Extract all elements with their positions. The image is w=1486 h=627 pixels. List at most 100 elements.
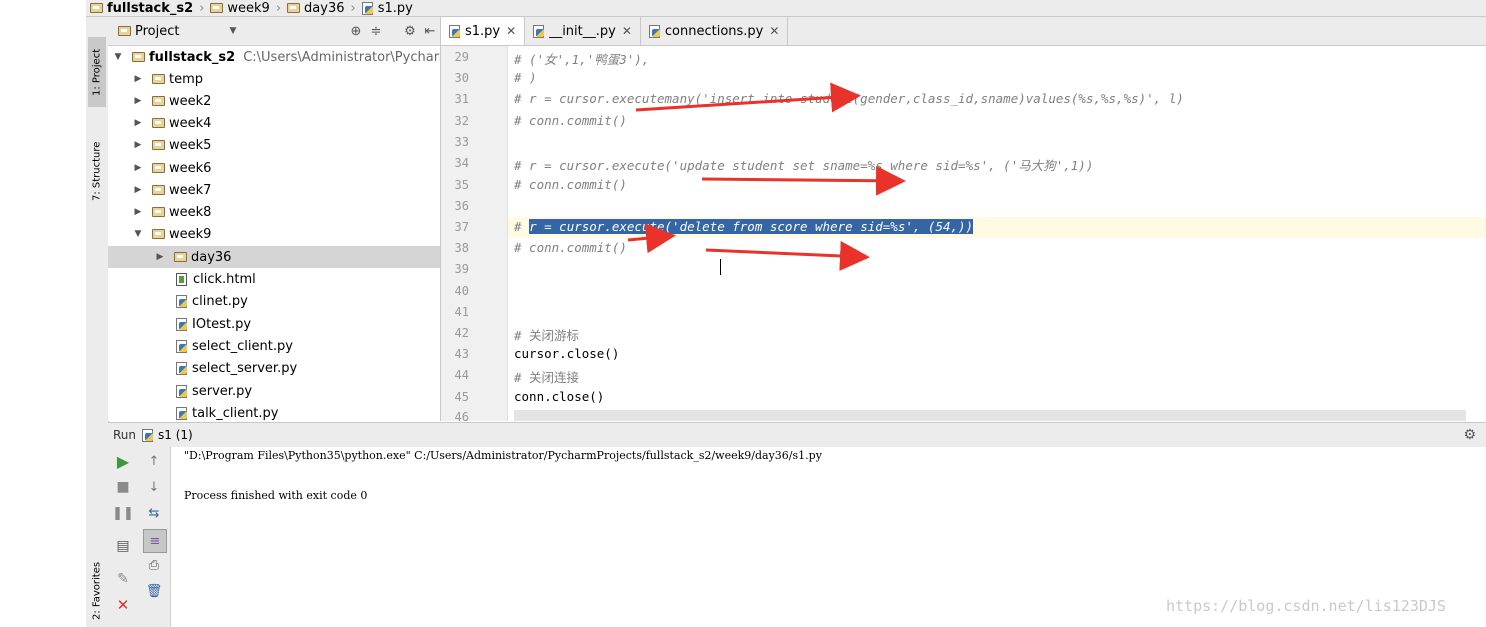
code-line: # ('女',1,'鸭蛋3'), bbox=[514, 52, 650, 67]
run-panel-header: Run s1 (1) ⚙ bbox=[108, 422, 1486, 448]
folder-icon bbox=[152, 96, 165, 106]
code-editor[interactable]: # ('女',1,'鸭蛋3'), # ) # r = cursor.execut… bbox=[508, 46, 1486, 421]
line-number: 35 bbox=[454, 178, 469, 192]
horizontal-scrollbar[interactable] bbox=[514, 410, 1466, 421]
scroll-from-source-icon[interactable]: ⊕ bbox=[346, 24, 366, 39]
tree-file-clinet-py[interactable]: clinet.py bbox=[176, 290, 248, 312]
line-number: 38 bbox=[454, 241, 469, 255]
tree-folder-week9[interactable]: ▼ week9 bbox=[132, 223, 212, 245]
python-file-icon bbox=[176, 317, 188, 331]
line-number: 44 bbox=[454, 368, 469, 382]
chevron-right-icon: ▶ bbox=[134, 185, 142, 195]
breadcrumb-file[interactable]: s1.py bbox=[358, 1, 417, 16]
chevron-right-icon: ▶ bbox=[134, 96, 142, 106]
project-view-selector[interactable]: Project ▼ bbox=[108, 24, 318, 39]
pause-icon[interactable]: ❚❚ bbox=[112, 503, 134, 523]
stop-icon[interactable]: ■ bbox=[113, 477, 133, 497]
code-line: cursor.close() bbox=[514, 346, 620, 361]
rerun-icon[interactable]: ▶ bbox=[113, 451, 133, 471]
tree-file-select-client-py[interactable]: select_client.py bbox=[176, 335, 293, 357]
soft-wrap-icon[interactable]: ⇆ bbox=[144, 503, 164, 523]
folder-icon bbox=[152, 74, 165, 84]
code-line: # r = cursor.executemany('insert into st… bbox=[514, 91, 1184, 106]
scroll-to-end-icon[interactable]: ≡ bbox=[143, 529, 167, 553]
tree-folder-week2[interactable]: ▶ week2 bbox=[132, 90, 212, 112]
tree-folder-week6[interactable]: ▶ week6 bbox=[132, 157, 212, 179]
arrow-up-icon[interactable]: ↑ bbox=[144, 451, 164, 471]
tree-folder-week8[interactable]: ▶ week8 bbox=[132, 201, 212, 223]
hide-panel-icon[interactable]: ⇤ bbox=[420, 24, 440, 39]
text-cursor-icon bbox=[720, 259, 721, 275]
breadcrumb-separator: › bbox=[350, 0, 356, 16]
folder-icon bbox=[152, 118, 165, 128]
chevron-down-icon: ▼ bbox=[134, 229, 142, 239]
close-icon[interactable]: ✕ bbox=[769, 24, 779, 38]
tree-folder-day36[interactable]: ▶ day36 bbox=[154, 246, 232, 268]
breadcrumb-week9[interactable]: week9 bbox=[206, 1, 273, 16]
tree-folder-temp[interactable]: ▶ temp bbox=[132, 68, 203, 90]
tree-file-select-server-py[interactable]: select_server.py bbox=[176, 357, 297, 379]
tree-folder-week4[interactable]: ▶ week4 bbox=[132, 112, 212, 134]
run-config-name[interactable]: s1 (1) bbox=[158, 428, 193, 442]
print-icon[interactable]: ⎙ bbox=[144, 555, 164, 575]
run-toolbar-primary: ▶ ■ ❚❚ ▤ ✎ ✕ bbox=[108, 447, 138, 627]
close-icon[interactable]: ✕ bbox=[506, 24, 516, 38]
python-file-icon bbox=[176, 384, 188, 398]
line-number: 33 bbox=[454, 135, 469, 149]
line-number: 31 bbox=[454, 92, 469, 106]
line-number: 32 bbox=[454, 114, 469, 128]
line-number: 36 bbox=[454, 199, 469, 213]
code-line: # conn.commit() bbox=[514, 240, 627, 255]
python-file-icon bbox=[176, 294, 188, 308]
code-line: # ) bbox=[514, 70, 537, 85]
close-icon[interactable]: ✕ bbox=[113, 595, 133, 615]
structure-tool-tab[interactable]: 7: Structure bbox=[88, 131, 106, 211]
editor-gutter: 29 30 31 32 33 34 35 36 37 38 39 40 41 4… bbox=[441, 46, 508, 424]
breadcrumb-project[interactable]: fullstack_s2 bbox=[86, 1, 197, 16]
text-selection: r = cursor.execute('delete from score wh… bbox=[529, 219, 974, 234]
tab-connections-py[interactable]: connections.py ✕ bbox=[641, 17, 789, 45]
tree-file-server-py[interactable]: server.py bbox=[176, 380, 252, 402]
project-panel: Project ▼ ⊕ ≑ ⚙ ⇤ ▼ fullstack_s2 C:\User… bbox=[108, 17, 441, 421]
favorites-tool-tab[interactable]: 2: Favorites bbox=[88, 555, 106, 627]
tree-file-talk-client-py[interactable]: talk_client.py bbox=[176, 402, 279, 421]
project-icon bbox=[118, 26, 131, 36]
tree-folder-week7[interactable]: ▶ week7 bbox=[132, 179, 212, 201]
navigation-breadcrumb: fullstack_s2 › week9 › day36 › s1.py bbox=[86, 0, 1486, 17]
gear-icon[interactable]: ⚙ bbox=[400, 24, 420, 39]
folder-icon bbox=[152, 185, 165, 195]
tree-file-iotest-py[interactable]: IOtest.py bbox=[176, 313, 251, 335]
restore-layout-icon[interactable]: ▤ bbox=[113, 536, 133, 556]
editor-tabs: s1.py ✕ __init__.py ✕ connections.py ✕ bbox=[441, 17, 1486, 46]
folder-icon bbox=[210, 3, 224, 13]
html-file-icon bbox=[176, 272, 187, 286]
trash-icon[interactable]: 🗑 bbox=[144, 581, 164, 601]
chevron-right-icon: ▶ bbox=[134, 118, 142, 128]
pin-icon[interactable]: ✎ bbox=[113, 569, 133, 589]
folder-icon bbox=[287, 3, 301, 13]
tree-file-click-html[interactable]: click.html bbox=[176, 268, 256, 290]
arrow-down-icon[interactable]: ↓ bbox=[144, 477, 164, 497]
collapse-all-icon[interactable]: ≑ bbox=[366, 24, 386, 39]
tab-init-py[interactable]: __init__.py ✕ bbox=[525, 17, 641, 45]
console-line: "D:\Program Files\Python35\python.exe" C… bbox=[184, 449, 822, 462]
line-number: 37 bbox=[454, 220, 469, 234]
python-file-icon bbox=[648, 24, 661, 38]
line-number: 42 bbox=[454, 326, 469, 340]
code-line: # r = cursor.execute('update student set… bbox=[514, 158, 1094, 173]
folder-icon bbox=[152, 229, 165, 239]
gear-icon[interactable]: ⚙ bbox=[1463, 427, 1476, 443]
folder-icon bbox=[152, 163, 165, 173]
run-panel-label: Run bbox=[113, 428, 137, 442]
tree-folder-week5[interactable]: ▶ week5 bbox=[132, 134, 212, 156]
watermark: https://blog.csdn.net/lis123DJS bbox=[1166, 597, 1446, 615]
project-tool-tab[interactable]: 1: Project bbox=[88, 37, 106, 107]
line-number: 39 bbox=[454, 262, 469, 276]
folder-icon bbox=[132, 52, 145, 62]
close-icon[interactable]: ✕ bbox=[622, 24, 632, 38]
tab-s1-py[interactable]: s1.py ✕ bbox=[441, 17, 526, 45]
tree-root[interactable]: ▼ fullstack_s2 C:\Users\Administrator\Py… bbox=[112, 46, 440, 68]
breadcrumb-day36[interactable]: day36 bbox=[283, 1, 348, 16]
line-number: 30 bbox=[454, 71, 469, 85]
python-file-icon bbox=[176, 406, 188, 420]
